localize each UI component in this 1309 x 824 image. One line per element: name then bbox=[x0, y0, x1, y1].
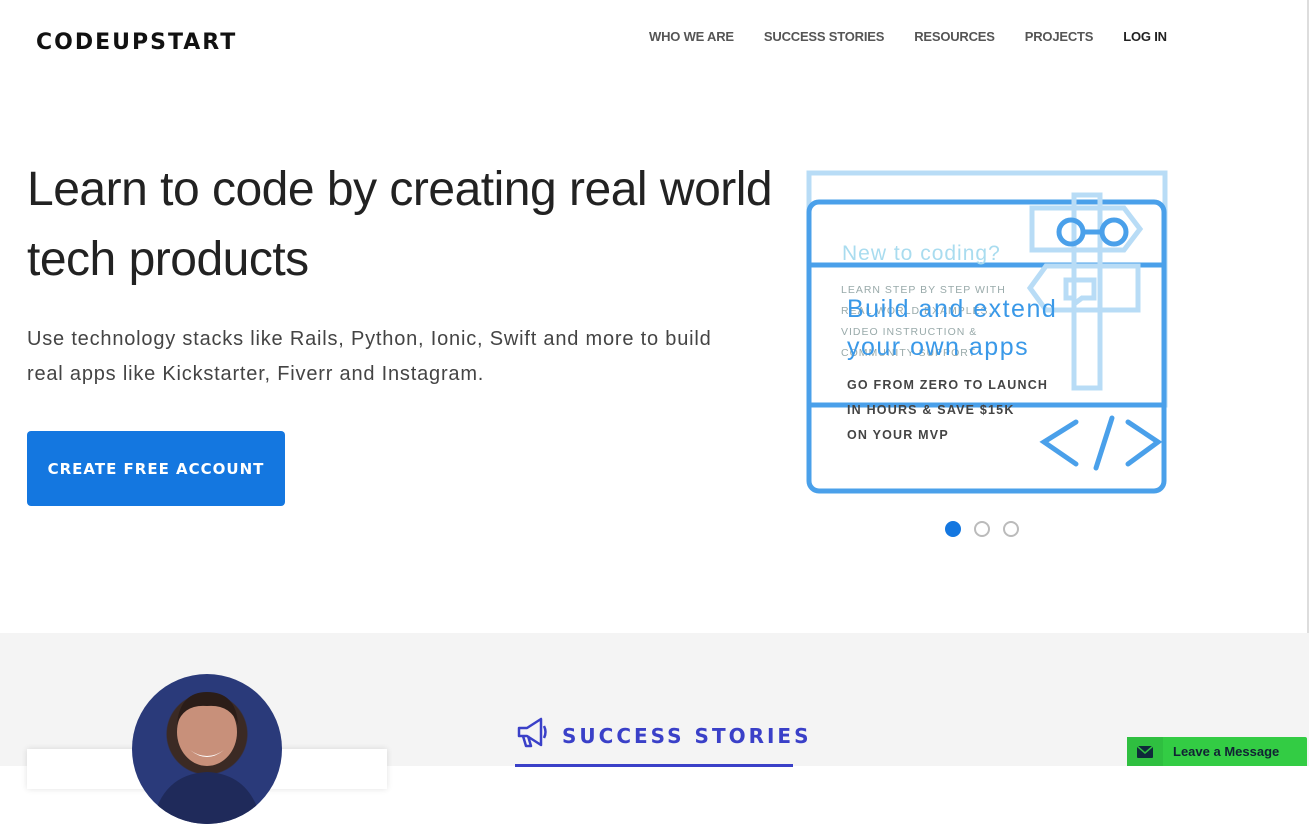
slider-dot-2[interactable] bbox=[974, 521, 990, 537]
main-nav: WHO WE ARE SUCCESS STORIES RESOURCES PRO… bbox=[649, 29, 1167, 44]
hero-slider[interactable]: New to coding? LEARN STEP BY STEP WITH R… bbox=[806, 170, 1168, 495]
nav-projects[interactable]: PROJECTS bbox=[1025, 29, 1094, 44]
code-icon bbox=[1039, 415, 1163, 471]
nav-resources[interactable]: RESOURCES bbox=[914, 29, 995, 44]
nav-who-we-are[interactable]: WHO WE ARE bbox=[649, 29, 734, 44]
megaphone-icon bbox=[517, 717, 547, 748]
site-logo[interactable]: CODEUPSTART bbox=[36, 30, 237, 55]
binoculars-icon bbox=[1056, 217, 1129, 247]
hero-headline: Learn to code by creating real world tec… bbox=[27, 163, 773, 286]
slide-title: Build and extend your own apps bbox=[847, 295, 1058, 361]
nav-log-in[interactable]: LOG IN bbox=[1123, 29, 1167, 44]
avatar bbox=[132, 674, 282, 824]
slider-dot-1[interactable] bbox=[945, 521, 961, 537]
nav-success-stories[interactable]: SUCCESS STORIES bbox=[764, 29, 884, 44]
create-free-account-button[interactable]: CREATE FREE ACCOUNT bbox=[27, 431, 285, 506]
ghost-slide-title: New to coding? bbox=[842, 242, 1001, 265]
leave-message-label: Leave a Message bbox=[1173, 744, 1280, 759]
slide-body: GO FROM ZERO TO LAUNCH IN HOURS & SAVE $… bbox=[847, 378, 1049, 442]
leave-message-button[interactable]: Leave a Message bbox=[1127, 737, 1307, 766]
success-section: SUCCESS STORIES bbox=[0, 633, 1309, 824]
success-stories-heading: SUCCESS STORIES bbox=[515, 715, 809, 767]
slider-dot-3[interactable] bbox=[1003, 521, 1019, 537]
hero-subtext: Use technology stacks like Rails, Python… bbox=[27, 328, 712, 385]
slider-dots bbox=[945, 521, 1019, 537]
envelope-icon bbox=[1127, 737, 1163, 766]
